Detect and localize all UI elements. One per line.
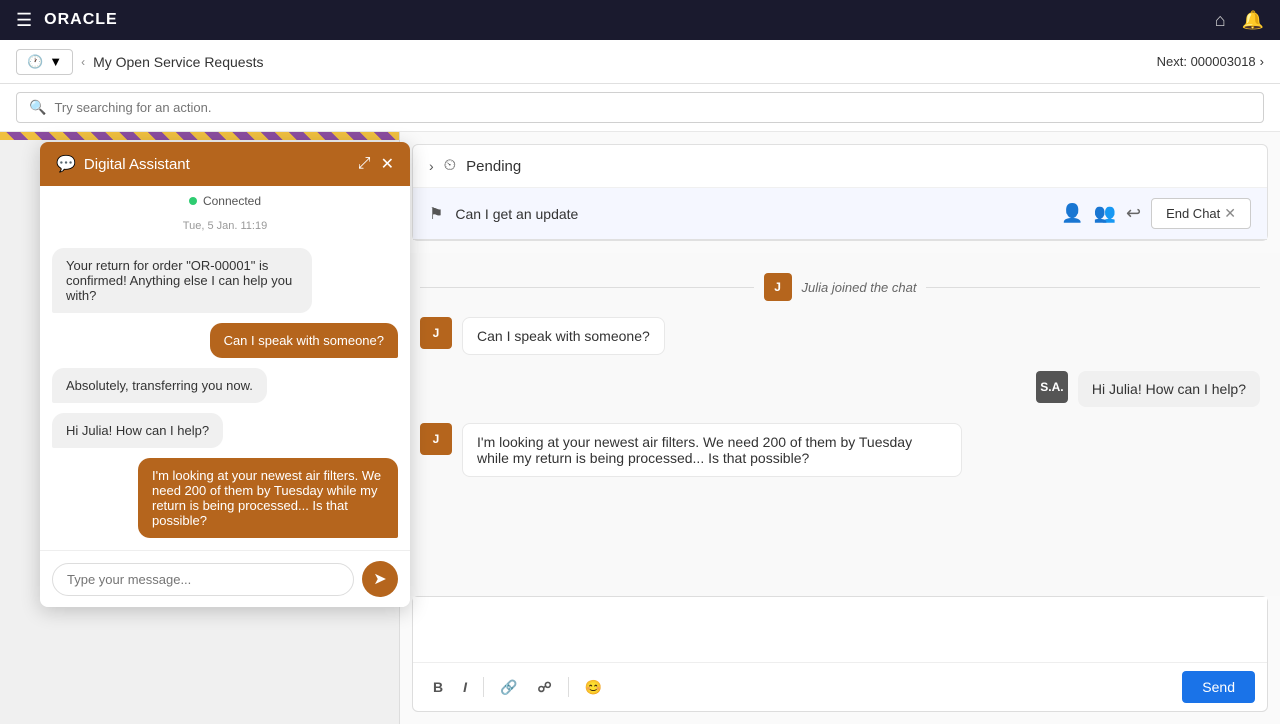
main-content: 💬 Digital Assistant ⤢ ✕ Connected Tue, 5…: [0, 132, 1280, 724]
da-title: Digital Assistant: [84, 156, 190, 173]
da-messages: Your return for order "OR-00001" is conf…: [40, 236, 410, 550]
da-header-icons: ⤢ ✕: [358, 154, 394, 174]
send-button[interactable]: Send: [1182, 671, 1255, 703]
left-panel: 💬 Digital Assistant ⤢ ✕ Connected Tue, 5…: [0, 132, 400, 724]
forward-icon[interactable]: ↩: [1126, 203, 1141, 224]
chat-flag-icon: ⚑: [429, 204, 443, 224]
bold-button[interactable]: B: [425, 675, 451, 699]
italic-button[interactable]: I: [455, 675, 475, 699]
page-title: My Open Service Requests: [93, 54, 263, 70]
chat-input-area: B I 🔗 ☍ 😊 Send: [412, 596, 1268, 712]
search-icon: 🔍: [29, 99, 46, 116]
join-divider-right: [926, 287, 1260, 288]
emoji-button[interactable]: 😊: [577, 675, 610, 700]
chat-message-row-1: J Can I speak with someone?: [420, 317, 1260, 355]
add-participant-icon[interactable]: 👤: [1061, 203, 1083, 224]
sub-nav-left: 🕐 ▼ ‹ My Open Service Requests: [16, 49, 263, 75]
pending-header: › ⏲ Pending: [413, 145, 1267, 188]
chat-message-row-2: J I'm looking at your newest air filters…: [420, 423, 1260, 477]
status-indicator: [189, 197, 197, 205]
unlink-button[interactable]: ☍: [529, 675, 559, 700]
customer-bubble-2: I'm looking at your newest air filters. …: [462, 423, 962, 477]
agent-avatar: S.A.: [1036, 371, 1068, 403]
search-input[interactable]: [54, 100, 1251, 115]
join-divider-left: [420, 287, 754, 288]
chat-bubble-icon: 💬: [56, 154, 76, 174]
customer-avatar-1: J: [420, 317, 452, 349]
next-record-button[interactable]: Next: 000003018 ›: [1157, 54, 1264, 69]
chat-message-input[interactable]: [413, 597, 1267, 657]
da-send-button[interactable]: ➤: [362, 561, 398, 597]
julia-join-avatar: J: [764, 273, 792, 301]
toolbar-divider-1: [483, 677, 484, 697]
toolbar-divider-2: [568, 677, 569, 697]
digital-assistant-widget: 💬 Digital Assistant ⤢ ✕ Connected Tue, 5…: [40, 142, 410, 607]
da-close-button[interactable]: ✕: [381, 154, 394, 174]
nav-back-arrow[interactable]: ‹: [81, 55, 85, 69]
right-panel: › ⏲ Pending ⚑ Can I get an update 👤 👥 ↩ …: [400, 132, 1280, 724]
end-chat-label: End Chat: [1166, 206, 1220, 221]
da-header-left: 💬 Digital Assistant: [56, 154, 190, 174]
chat-action-icons: 👤 👥 ↩ End Chat ✕: [1061, 198, 1251, 229]
link-button[interactable]: 🔗: [492, 675, 525, 700]
notification-bell-icon[interactable]: 🔔: [1242, 10, 1264, 31]
customer-avatar-2: J: [420, 423, 452, 455]
da-message-bot-2: Absolutely, transferring you now.: [52, 368, 267, 403]
join-text: Julia joined the chat: [802, 280, 917, 295]
time-button[interactable]: 🕐 ▼: [16, 49, 73, 75]
time-dropdown-arrow: ▼: [49, 54, 62, 69]
next-arrow: ›: [1260, 54, 1264, 69]
pending-expand-arrow[interactable]: ›: [429, 158, 434, 174]
clock-icon: 🕐: [27, 54, 43, 70]
da-status-text: Connected: [203, 194, 261, 208]
da-header: 💬 Digital Assistant ⤢ ✕: [40, 142, 410, 186]
da-minimize-button[interactable]: ⤢: [358, 155, 371, 173]
top-nav-left: ☰ ORACLE: [16, 10, 118, 31]
da-message-bot-1: Your return for order "OR-00001" is conf…: [52, 248, 312, 313]
chat-messages-area: J Julia joined the chat J Can I speak wi…: [400, 253, 1280, 596]
chat-toolbar: B I 🔗 ☍ 😊 Send: [413, 662, 1267, 711]
next-label: Next: 000003018: [1157, 54, 1256, 69]
da-message-user-1: Can I speak with someone?: [210, 323, 398, 358]
pending-clock-icon: ⏲: [444, 157, 456, 175]
chat-message-row-agent: Hi Julia! How can I help? S.A.: [420, 371, 1260, 407]
da-message-user-2: I'm looking at your newest air filters. …: [138, 458, 398, 538]
end-chat-close-icon: ✕: [1224, 205, 1236, 222]
da-input-area: ➤: [40, 550, 410, 607]
top-navigation: ☰ ORACLE ⌂ 🔔: [0, 0, 1280, 40]
hamburger-menu-icon[interactable]: ☰: [16, 10, 32, 31]
da-message-input[interactable]: [52, 563, 354, 596]
oracle-logo: ORACLE: [44, 11, 118, 29]
pending-section: › ⏲ Pending ⚑ Can I get an update 👤 👥 ↩ …: [412, 144, 1268, 241]
home-icon[interactable]: ⌂: [1215, 10, 1226, 31]
search-bar: 🔍: [0, 84, 1280, 132]
chat-header-bar: ⚑ Can I get an update 👤 👥 ↩ End Chat ✕: [413, 188, 1267, 240]
search-input-wrapper: 🔍: [16, 92, 1264, 123]
da-status-bar: Connected: [40, 186, 410, 216]
top-nav-right: ⌂ 🔔: [1215, 10, 1264, 31]
sub-navigation: 🕐 ▼ ‹ My Open Service Requests Next: 000…: [0, 40, 1280, 84]
chat-update-text: Can I get an update: [455, 206, 1049, 222]
pending-title: Pending: [466, 158, 521, 175]
end-chat-button[interactable]: End Chat ✕: [1151, 198, 1251, 229]
da-timestamp: Tue, 5 Jan. 11:19: [40, 216, 410, 236]
da-message-bot-3: Hi Julia! How can I help?: [52, 413, 223, 448]
agent-bubble-1: Hi Julia! How can I help?: [1078, 371, 1260, 407]
stripe-banner: [0, 132, 399, 140]
join-notice: J Julia joined the chat: [420, 273, 1260, 301]
transfer-icon[interactable]: 👥: [1094, 203, 1116, 224]
customer-bubble-1: Can I speak with someone?: [462, 317, 665, 355]
